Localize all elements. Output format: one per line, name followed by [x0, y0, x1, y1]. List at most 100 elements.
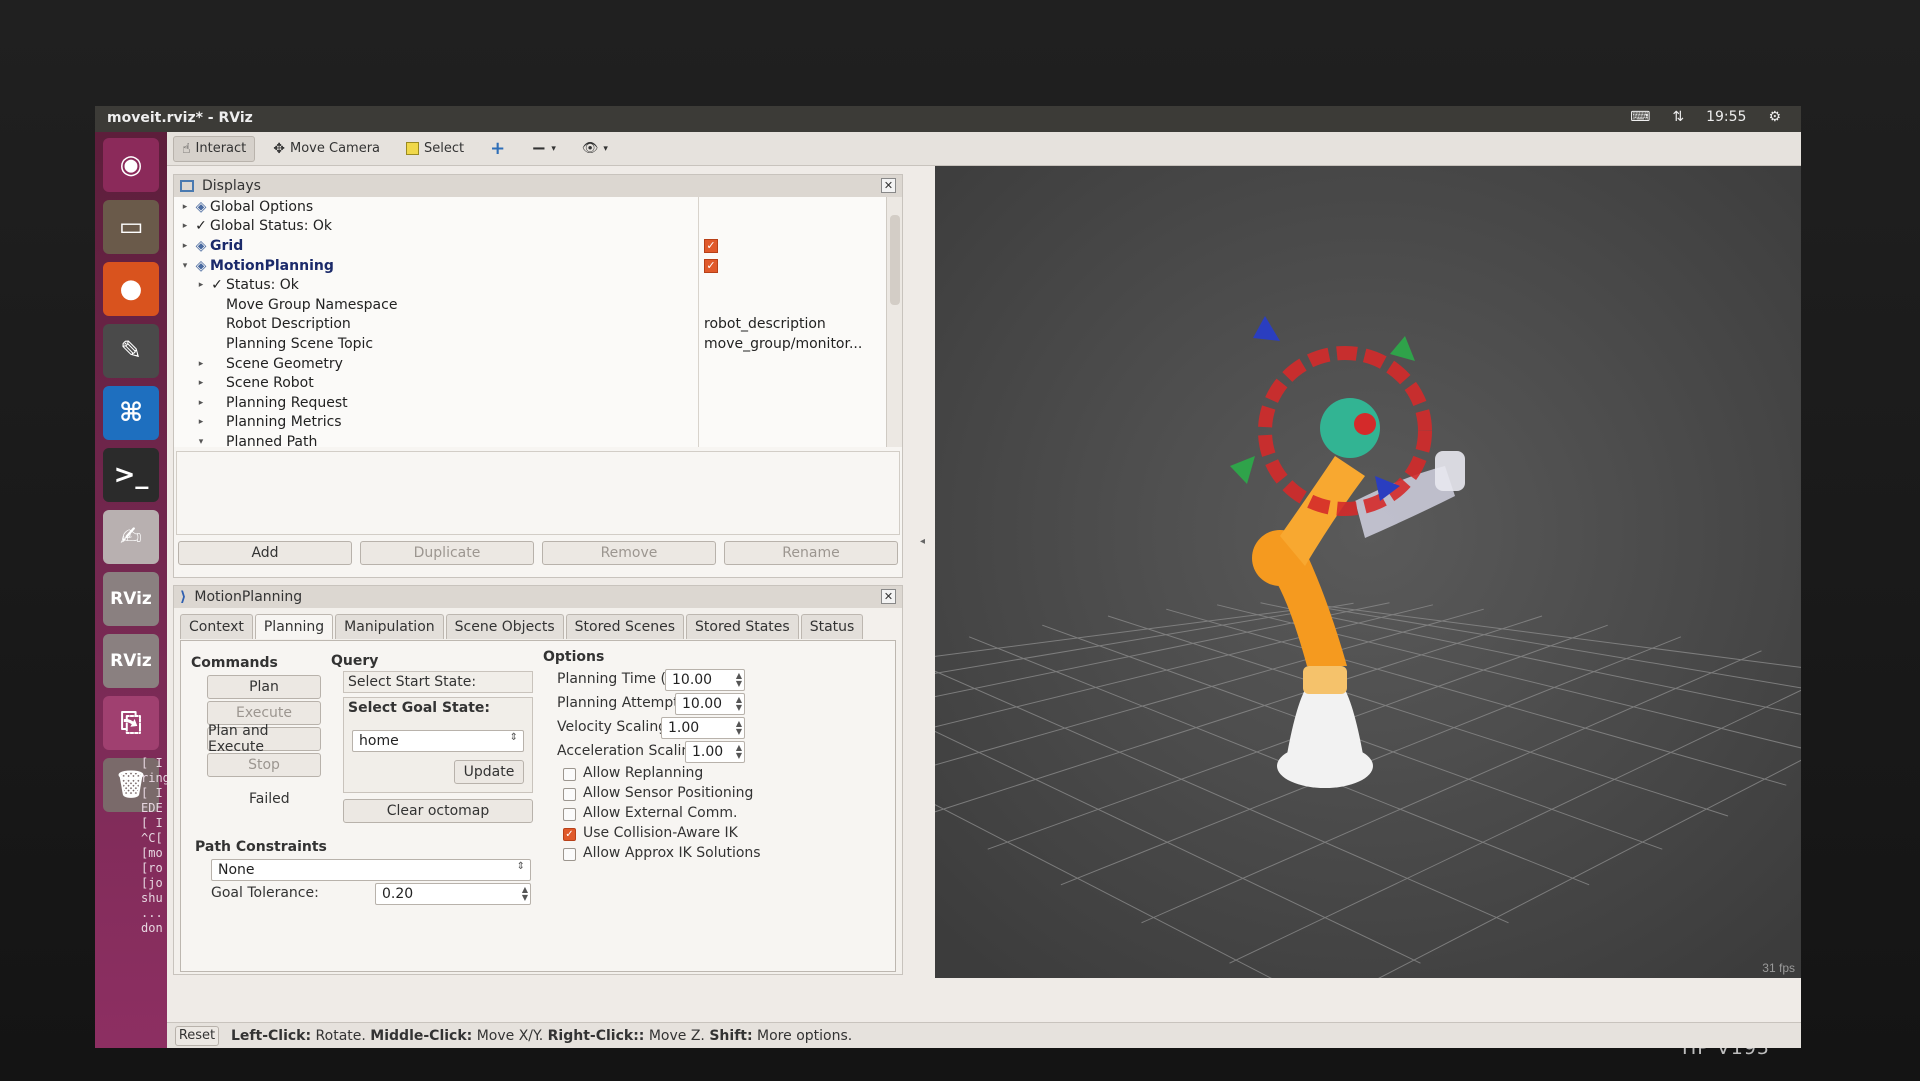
tree-row[interactable]: ▸ ◈ Grid ✓ [174, 236, 886, 256]
option-checkbox[interactable] [563, 788, 576, 801]
expand-right-icon[interactable]: ▸ [194, 280, 208, 290]
screen: moveit.rviz* - RViz ⌨ ⇅ 19:55 ⚙ ◉ ▭ ● ✎ ⌘ >_ ✍… [95, 106, 1801, 1048]
execute-button[interactable]: Execute [207, 701, 321, 725]
expand-right-icon[interactable]: ▸ [194, 359, 208, 369]
option-checkbox[interactable] [563, 768, 576, 781]
spinner-icon[interactable]: ▲ ▼ [522, 886, 528, 902]
clear-octomap-button[interactable]: Clear octomap [343, 799, 533, 823]
add-button[interactable]: Add [178, 541, 352, 565]
tab-status[interactable]: Status [800, 614, 864, 639]
tree-row[interactable]: Robot Description robot_description [174, 315, 886, 335]
reset-button[interactable]: Reset [175, 1025, 219, 1046]
option-checkbox-label[interactable]: Allow External Comm. [583, 805, 737, 821]
tree-row[interactable]: ▸ Planning Request [174, 393, 886, 413]
rviz-icon-1[interactable]: RViz [103, 572, 159, 626]
tree-row[interactable]: ▸ ✓ Status: Ok [174, 275, 886, 295]
enabled-checkbox[interactable]: ✓ [704, 239, 718, 254]
files-icon[interactable]: ▭ [103, 200, 159, 254]
tree-row-label: Global Status: Ok [210, 218, 333, 235]
3d-viewport[interactable]: 31 fps [935, 166, 1801, 978]
option-checkbox-label[interactable]: Allow Sensor Positioning [583, 785, 753, 801]
firefox-icon[interactable]: ● [103, 262, 159, 316]
goal-state-select[interactable]: home ⇕ [352, 730, 524, 752]
option-checkbox-label[interactable]: Allow Approx IK Solutions [583, 845, 761, 861]
expand-down-icon[interactable]: ▾ [178, 261, 192, 271]
add-tool-button[interactable]: + [482, 134, 513, 163]
tree-scrollbar[interactable] [886, 197, 902, 447]
spinner-icon[interactable]: ▲ ▼ [736, 744, 742, 760]
clock[interactable]: 19:55 [1706, 109, 1746, 125]
expand-right-icon[interactable]: ▸ [194, 417, 208, 427]
enabled-checkbox[interactable]: ✓ [704, 258, 718, 273]
velocity-scaling-input[interactable]: 1.00 ▲ ▼ [661, 717, 745, 739]
option-checkbox-label[interactable]: Allow Replanning [583, 765, 703, 781]
tree-row[interactable]: ▸ Scene Geometry [174, 354, 886, 374]
settings-tools-icon[interactable]: ✎ [103, 324, 159, 378]
option-checkbox-label[interactable]: Use Collision-Aware IK [583, 825, 738, 841]
expand-right-icon[interactable]: ▸ [178, 221, 192, 231]
duplicate-button[interactable]: Duplicate [360, 541, 534, 565]
acceleration-scaling-input[interactable]: 1.00 ▲ ▼ [685, 741, 745, 763]
tree-row[interactable]: ▸ ✓ Global Status: Ok [174, 217, 886, 237]
tab-manipulation[interactable]: Manipulation [335, 614, 444, 639]
plan-and-execute-button[interactable]: Plan and Execute [207, 723, 321, 755]
start-state-group[interactable]: Select Start State: [343, 671, 533, 693]
path-constraints-select[interactable]: None ⇕ [211, 859, 531, 881]
gear-icon[interactable]: ⚙ [1768, 109, 1781, 125]
tab-planning[interactable]: Planning [254, 614, 334, 639]
expand-down-icon[interactable]: ▾ [194, 437, 208, 447]
tab-stored-scenes[interactable]: Stored Scenes [565, 614, 684, 639]
usb-drive-icon[interactable]: ⎘ [103, 696, 159, 750]
rename-button[interactable]: Rename [724, 541, 898, 565]
update-button[interactable]: Update [454, 760, 524, 784]
remove-button[interactable]: Remove [542, 541, 716, 565]
tree-row-value[interactable]: move_group/monitor... [704, 336, 862, 352]
tab-context[interactable]: Context [180, 614, 253, 639]
terminal-icon[interactable]: >_ [103, 448, 159, 502]
rviz-icon-2[interactable]: RViz [103, 634, 159, 688]
keyboard-icon[interactable]: ⌨ [1630, 109, 1650, 125]
close-icon[interactable]: ✕ [881, 589, 896, 604]
chevron-down-icon: ▾ [551, 143, 556, 154]
tree-row[interactable]: ▸ Scene Robot [174, 373, 886, 393]
tab-stored-states[interactable]: Stored States [686, 614, 799, 639]
tree-row-value[interactable]: robot_description [704, 316, 826, 332]
tab-scene-objects[interactable]: Scene Objects [445, 614, 564, 639]
planning-attempts-input[interactable]: 10.00 ▲ ▼ [675, 693, 745, 715]
goal-tolerance-input[interactable]: 0.20 ▲ ▼ [375, 883, 531, 905]
text-editor-icon[interactable]: ✍ [103, 510, 159, 564]
tree-row[interactable]: ▾ Planned Path [174, 432, 886, 447]
vscode-icon[interactable]: ⌘ [103, 386, 159, 440]
expand-right-icon[interactable]: ▸ [194, 378, 208, 388]
view-tool-button[interactable]: 👁 ▾ [574, 137, 616, 160]
expand-right-icon[interactable]: ▸ [194, 398, 208, 408]
collapse-left-icon[interactable]: ◂ [920, 536, 925, 547]
plan-button[interactable]: Plan [207, 675, 321, 699]
interact-tool[interactable]: ☝ Interact [173, 135, 256, 162]
scene-svg[interactable]: 31 fps [935, 166, 1801, 978]
tree-row[interactable]: ▸ ◈ Global Options [174, 197, 886, 217]
tree-row[interactable]: ▸ Planning Metrics [174, 413, 886, 433]
expand-right-icon[interactable]: ▸ [178, 202, 192, 212]
tree-row[interactable]: Move Group Namespace [174, 295, 886, 315]
stop-button[interactable]: Stop [207, 753, 321, 777]
spinner-icon[interactable]: ▲ ▼ [736, 696, 742, 712]
expand-right-icon[interactable]: ▸ [178, 241, 192, 251]
tree-row[interactable]: ▾ ◈ MotionPlanning ✓ [174, 256, 886, 276]
option-checkbox[interactable] [563, 808, 576, 821]
ubuntu-dash-icon[interactable]: ◉ [103, 138, 159, 192]
select-tool[interactable]: Select [398, 137, 472, 160]
option-checkbox[interactable] [563, 848, 576, 861]
scrollbar-thumb[interactable] [890, 215, 900, 305]
network-icon[interactable]: ⇅ [1672, 109, 1684, 125]
panel-splitter[interactable]: ◂ [914, 166, 934, 978]
spinner-icon[interactable]: ▲ ▼ [736, 720, 742, 736]
spinner-icon[interactable]: ▲ ▼ [736, 672, 742, 688]
close-icon[interactable]: ✕ [881, 178, 896, 193]
planning-time-input[interactable]: 10.00 ▲ ▼ [665, 669, 745, 691]
tree-row[interactable]: Planning Scene Topic move_group/monitor..… [174, 334, 886, 354]
option-checkbox[interactable]: ✓ [563, 828, 576, 841]
vscode-icon-glyph: ⌘ [118, 398, 144, 428]
move-camera-tool[interactable]: ✥ Move Camera [265, 137, 388, 161]
remove-tool-button[interactable]: − ▾ [523, 134, 564, 163]
